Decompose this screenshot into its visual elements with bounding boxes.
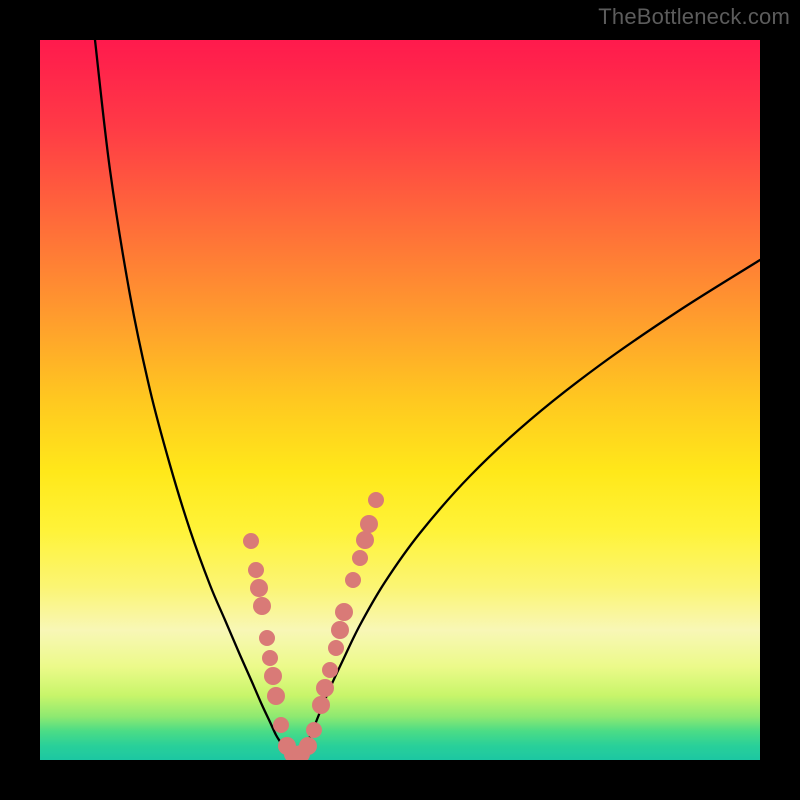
data-marker [250,579,268,597]
data-marker [306,722,322,738]
data-marker [264,667,282,685]
data-marker [299,737,317,755]
data-marker [316,679,334,697]
data-marker [248,562,264,578]
data-marker [262,650,278,666]
data-marker [267,687,285,705]
data-marker [259,630,275,646]
data-marker [328,640,344,656]
data-marker [356,531,374,549]
data-marker [243,533,259,549]
data-marker [273,717,289,733]
attribution-label: TheBottleneck.com [598,4,790,30]
data-marker [360,515,378,533]
curve-left-curve [95,40,288,754]
data-marker [345,572,361,588]
plot-area [40,40,760,760]
data-marker [335,603,353,621]
chart-frame: TheBottleneck.com [0,0,800,800]
markers-group [243,492,384,760]
data-marker [312,696,330,714]
chart-svg [40,40,760,760]
data-marker [331,621,349,639]
curve-right-curve [301,260,760,754]
data-marker [322,662,338,678]
curves-group [95,40,760,756]
data-marker [352,550,368,566]
data-marker [253,597,271,615]
data-marker [368,492,384,508]
